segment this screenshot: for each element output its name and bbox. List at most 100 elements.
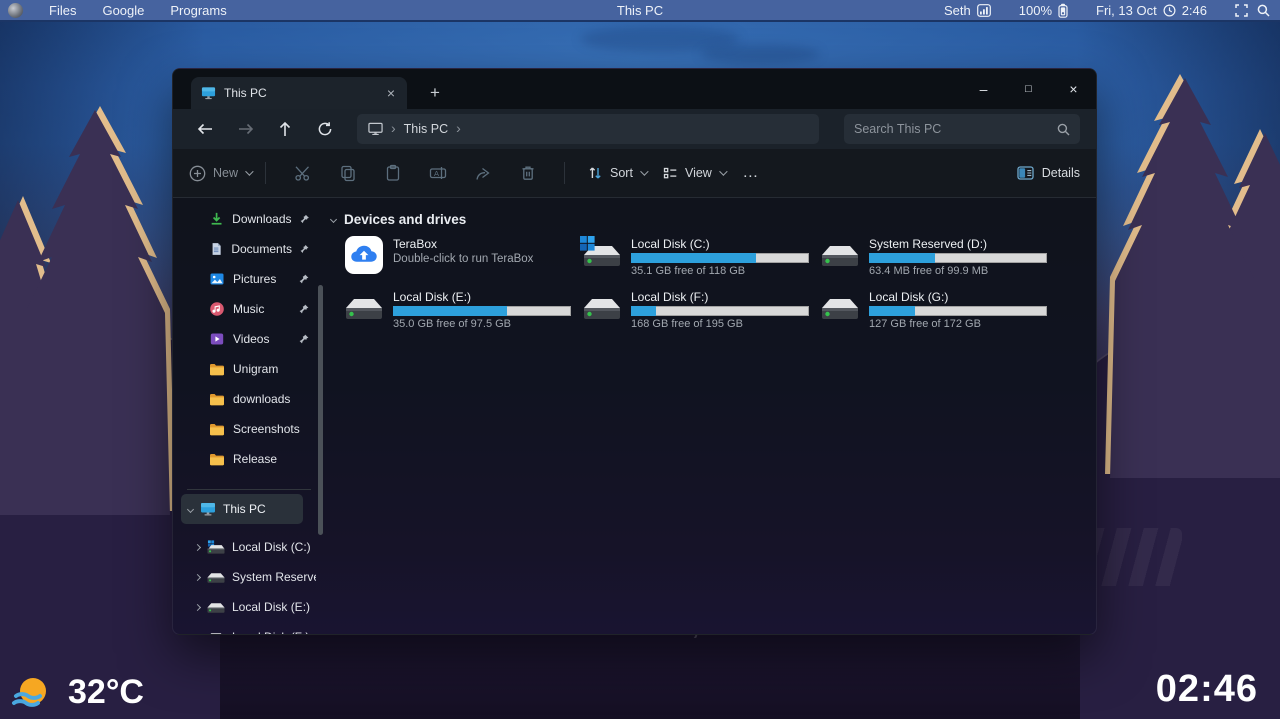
sidebar-item-system-reserved[interactable]: System Reserved [173,562,325,592]
tab-this-pc[interactable]: This PC × [191,77,407,109]
sidebar-item-local-disk-f[interactable]: Local Disk (F:) [173,622,325,634]
search-icon [1057,123,1070,135]
breadcrumb-this-pc[interactable]: This PC [404,122,448,136]
chevron-down-icon[interactable] [329,215,338,224]
copy-button[interactable] [325,156,370,190]
clock-icon [1163,3,1176,17]
menu-files[interactable]: Files [49,3,76,18]
close-button[interactable]: × [1051,69,1096,109]
terabox-icon [345,236,383,274]
pin-icon [300,214,309,224]
new-button[interactable]: New [189,165,254,182]
fullscreen-icon[interactable] [1235,3,1248,17]
drive-item-c[interactable]: Local Disk (C:) 35.1 GB free of 118 GB [580,236,821,289]
back-button[interactable] [185,113,225,145]
delete-button[interactable] [505,156,550,190]
cut-button[interactable] [280,156,325,190]
capacity-fill [631,253,756,263]
sidebar-item-local-disk-e[interactable]: Local Disk (E:) [173,592,325,622]
sidebar-item-downloads[interactable]: Downloads [173,204,325,234]
folder-icon [210,423,224,435]
chevron-down-icon[interactable] [186,505,195,513]
monitor-icon [201,503,215,516]
music-icon [210,302,224,316]
tab-title: This PC [224,86,267,100]
chevron-right-icon[interactable] [193,543,202,551]
section-devices-and-drives[interactable]: Devices and drives [329,212,466,227]
search-icon[interactable] [1257,4,1270,17]
minimize-button[interactable]: – [961,69,1006,109]
desktop-clock: 02:46 [1155,668,1258,710]
drive-icon [822,299,858,319]
user-indicator[interactable]: Seth [944,3,991,18]
battery-indicator[interactable]: 100% [1019,3,1068,18]
system-logo-icon[interactable] [8,2,23,18]
top-panel: Files Google Programs This PC Seth 100% [0,0,1280,22]
terabox-item[interactable]: TeraBox Double-click to run TeraBox [345,236,583,289]
sidebar-item-music[interactable]: Music [173,294,325,324]
chevron-right-icon[interactable] [193,573,202,581]
more-button[interactable]: … [733,164,769,182]
details-button[interactable]: Details [1017,166,1080,180]
sidebar-item-pictures[interactable]: Pictures [173,264,325,294]
share-button[interactable] [460,156,505,190]
navigation-pane: Downloads Documents Pictures Music Video… [173,199,325,634]
view-button[interactable]: View [662,165,728,181]
folder-icon [210,453,224,465]
tab-close-icon[interactable]: × [385,86,397,100]
wallpaper-cloud [700,44,820,64]
chevron-down-icon [245,167,254,176]
plus-circle-icon [189,165,206,181]
drive-item-f[interactable]: Local Disk (F:) 168 GB free of 195 GB [583,289,821,342]
sidebar-item-screenshots[interactable]: Screenshots [173,414,325,444]
new-tab-button[interactable]: + [423,81,447,105]
chevron-down-icon [718,167,728,176]
drive-item-d[interactable]: System Reserved (D:) 63.4 MB free of 99.… [821,236,1059,289]
window-titlebar[interactable]: This PC × + – □ × [173,69,1096,109]
maximize-button[interactable]: □ [1006,69,1051,109]
clipboard-icon [386,164,399,181]
picture-icon [210,273,224,285]
drive-icon [207,602,225,613]
folder-icon [210,363,224,375]
drive-item-g[interactable]: Local Disk (G:) 127 GB free of 172 GB [821,289,1059,342]
sidebar-item-unigram[interactable]: Unigram [173,354,325,384]
address-bar[interactable]: › This PC › [357,114,819,144]
wallpaper-watermark [1090,528,1182,586]
sidebar-item-local-disk-c[interactable]: Local Disk (C:) [173,532,325,562]
menu-programs[interactable]: Programs [170,3,226,18]
sidebar-item-videos[interactable]: Videos [173,324,325,354]
sidebar-item-this-pc[interactable]: This PC [181,494,303,524]
paste-button[interactable] [370,156,415,190]
rename-button[interactable]: A [415,156,460,190]
clock-indicator[interactable]: Fri, 13 Oct 2:46 [1096,3,1207,18]
sort-arrows-icon [589,167,601,179]
sidebar-scrollbar[interactable] [318,285,323,535]
sort-button[interactable]: Sort [587,165,649,181]
sidebar-label: Local Disk (E:) [232,600,311,614]
chevron-right-icon[interactable] [193,603,202,611]
search-box[interactable] [844,114,1080,144]
refresh-button[interactable] [305,113,345,145]
content-pane: Devices and drives TeraBox Double-click … [329,199,1096,634]
forward-button[interactable] [225,113,265,145]
sidebar-label: System Reserved [232,570,316,584]
sidebar-label: Screenshots [233,422,300,436]
sidebar-item-release[interactable]: Release [173,444,325,474]
sidebar-label: Documents [231,242,293,256]
chevron-right-icon[interactable] [193,633,202,634]
command-bar: New A Sort View … Details [173,149,1096,198]
pin-icon [299,334,309,344]
video-icon [210,333,224,345]
capacity-fill [869,306,916,316]
up-button[interactable] [265,113,305,145]
pine-trees-left [0,106,175,515]
menu-google[interactable]: Google [102,3,144,18]
search-input[interactable] [854,122,1057,136]
drive-item-e[interactable]: Local Disk (E:) 35.0 GB free of 97.5 GB [345,289,583,342]
breadcrumb-chevron-icon: › [456,120,461,136]
sidebar-item-documents[interactable]: Documents [173,234,325,264]
rename-icon: A [429,167,446,179]
sidebar-item-downloads-folder[interactable]: downloads [173,384,325,414]
details-label: Details [1041,166,1080,180]
